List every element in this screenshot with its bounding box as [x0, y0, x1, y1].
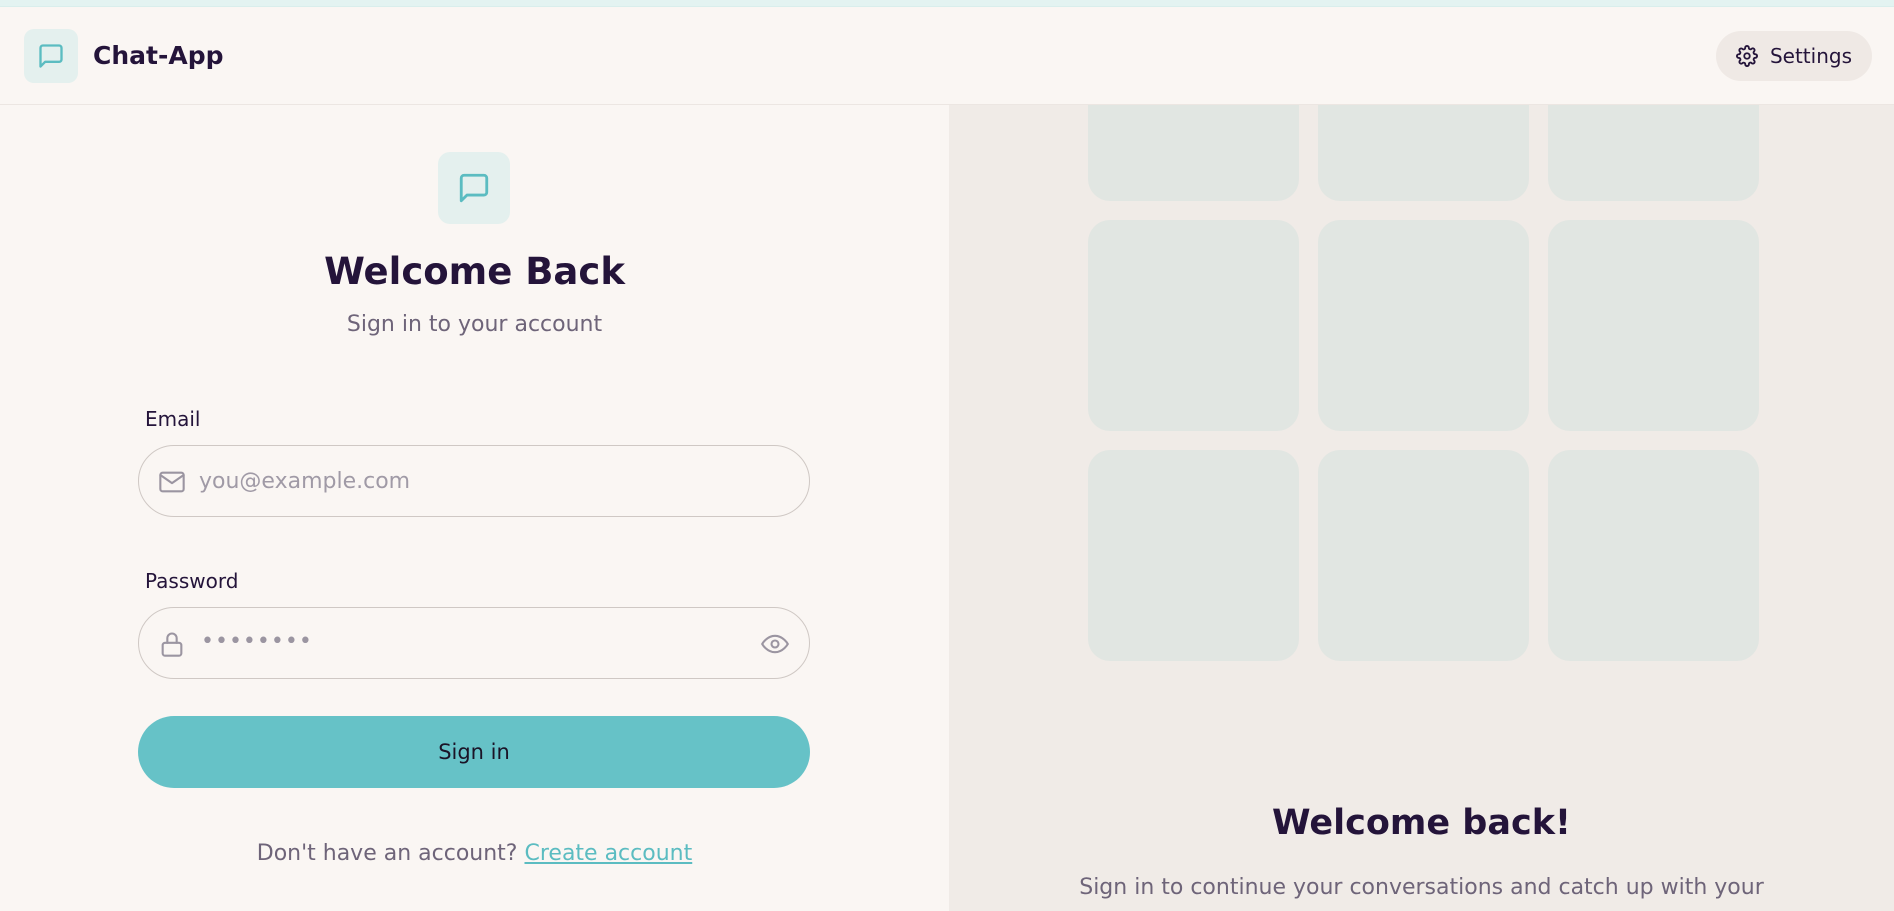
page-title: Welcome Back: [324, 250, 625, 293]
mail-icon: [159, 471, 185, 493]
email-label: Email: [145, 407, 201, 431]
password-field[interactable]: ••••••••: [138, 607, 810, 679]
brand-logo: [24, 28, 78, 83]
grid-tile: [1088, 450, 1299, 661]
grid-tile: [1548, 105, 1759, 201]
lock-icon: [161, 632, 183, 657]
navbar: Chat-App Settings: [0, 7, 1894, 105]
password-value: ••••••••: [201, 629, 313, 654]
top-accent-line: [0, 0, 1894, 7]
message-square-icon: [39, 43, 63, 68]
promo-text: Sign in to continue your conversations a…: [1079, 875, 1764, 900]
grid-tile: [1318, 220, 1529, 431]
email-field-wrapper: [138, 445, 810, 517]
signup-row: Don't have an account? Create account: [0, 841, 949, 866]
settings-label: Settings: [1769, 43, 1852, 68]
grid-tile: [1318, 450, 1529, 661]
app-name: Chat-App: [93, 41, 224, 70]
email-field[interactable]: [199, 446, 739, 516]
message-square-icon: [459, 173, 489, 203]
promo-panel: Welcome back! Sign in to continue your c…: [949, 105, 1894, 911]
password-label: Password: [145, 569, 239, 593]
create-account-link[interactable]: Create account: [524, 841, 692, 866]
settings-button[interactable]: Settings: [1715, 30, 1872, 81]
grid-tile: [1548, 220, 1759, 431]
promo-title: Welcome back!: [1272, 803, 1571, 843]
page-subtitle: Sign in to your account: [346, 312, 603, 337]
tile-grid: [1088, 105, 1759, 661]
grid-tile: [1088, 220, 1299, 431]
brand[interactable]: Chat-App: [24, 28, 224, 83]
sign-in-button[interactable]: Sign in: [138, 716, 810, 788]
grid-tile: [1548, 450, 1759, 661]
login-logo: [438, 152, 510, 224]
signup-prompt: Don't have an account?: [256, 841, 518, 866]
grid-tile: [1318, 105, 1529, 201]
grid-tile: [1088, 105, 1299, 201]
login-panel: Welcome Back Sign in to your account Ema…: [0, 105, 949, 911]
eye-icon[interactable]: [759, 630, 791, 658]
gear-icon: [1735, 44, 1758, 67]
